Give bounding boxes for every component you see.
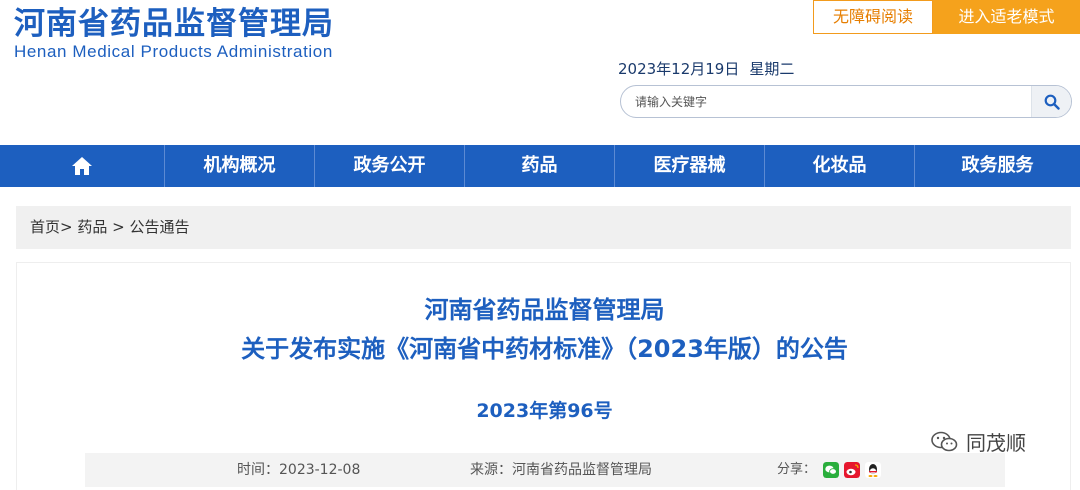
article-meta-bar: 时间：2023-12-08 来源：河南省药品监督管理局 分享： bbox=[85, 453, 1005, 487]
home-icon bbox=[72, 157, 92, 175]
document-number: 2023年第96号 bbox=[476, 400, 613, 422]
site-header: 河南省药品监督管理局 Henan Medical Products Admini… bbox=[0, 0, 1080, 145]
wechat-icon[interactable] bbox=[823, 462, 839, 478]
breadcrumb-separator: > bbox=[112, 218, 125, 236]
article-title-line-1: 河南省药品监督管理局 bbox=[424, 296, 665, 324]
breadcrumb-announcements[interactable]: 公告通告 bbox=[130, 218, 190, 236]
qq-icon[interactable] bbox=[865, 462, 881, 478]
current-date: 2023年12月19日 星期二 bbox=[618, 58, 804, 79]
nav-home[interactable] bbox=[0, 145, 165, 187]
nav-item-organization[interactable]: 机构概况 bbox=[165, 145, 315, 187]
logo-title-cn: 河南省药品监督管理局 bbox=[14, 6, 334, 42]
search-button[interactable] bbox=[1031, 86, 1071, 117]
breadcrumb-separator: > bbox=[60, 218, 73, 236]
elder-mode-button[interactable]: 进入适老模式 bbox=[933, 0, 1080, 34]
search-bar bbox=[620, 85, 1072, 118]
nav-item-medical-devices[interactable]: 医疗器械 bbox=[615, 145, 765, 187]
breadcrumb-home[interactable]: 首页 bbox=[30, 218, 60, 236]
watermark-text: 同茂顺 bbox=[966, 431, 1026, 455]
breadcrumb-drugs[interactable]: 药品 bbox=[77, 218, 107, 236]
share-label: 分享： bbox=[777, 462, 817, 477]
nav-item-drugs[interactable]: 药品 bbox=[465, 145, 615, 187]
main-nav: 机构概况 政务公开 药品 医疗器械 化妆品 政务服务 bbox=[0, 145, 1080, 187]
share-icons bbox=[823, 462, 881, 478]
watermark: 同茂顺 bbox=[930, 427, 1026, 456]
logo-title-en: Henan Medical Products Administration bbox=[14, 42, 333, 61]
weekday-text: 星期二 bbox=[749, 60, 795, 78]
article-panel: 河南省药品监督管理局 关于发布实施《河南省中药材标准》（2023年版）的公告 2… bbox=[16, 262, 1071, 490]
nav-item-cosmetics[interactable]: 化妆品 bbox=[765, 145, 915, 187]
wechat-watermark-icon bbox=[931, 431, 958, 451]
date-text: 2023年12月19日 bbox=[618, 60, 740, 78]
barrier-free-reading-button[interactable]: 无障碍阅读 bbox=[813, 0, 933, 34]
publish-time: 时间：2023-12-08 bbox=[237, 462, 361, 478]
search-input[interactable] bbox=[635, 86, 1025, 117]
search-icon bbox=[1044, 94, 1060, 110]
article-title-line-2: 关于发布实施《河南省中药材标准》（2023年版）的公告 bbox=[241, 335, 848, 363]
weibo-icon[interactable] bbox=[844, 462, 860, 478]
nav-item-government-affairs[interactable]: 政务公开 bbox=[315, 145, 465, 187]
article-source: 来源：河南省药品监督管理局 bbox=[470, 462, 652, 478]
breadcrumb: 首页> 药品 > 公告通告 bbox=[16, 206, 1071, 249]
site-logo[interactable]: 河南省药品监督管理局 Henan Medical Products Admini… bbox=[14, 4, 334, 62]
nav-item-services[interactable]: 政务服务 bbox=[915, 145, 1080, 187]
